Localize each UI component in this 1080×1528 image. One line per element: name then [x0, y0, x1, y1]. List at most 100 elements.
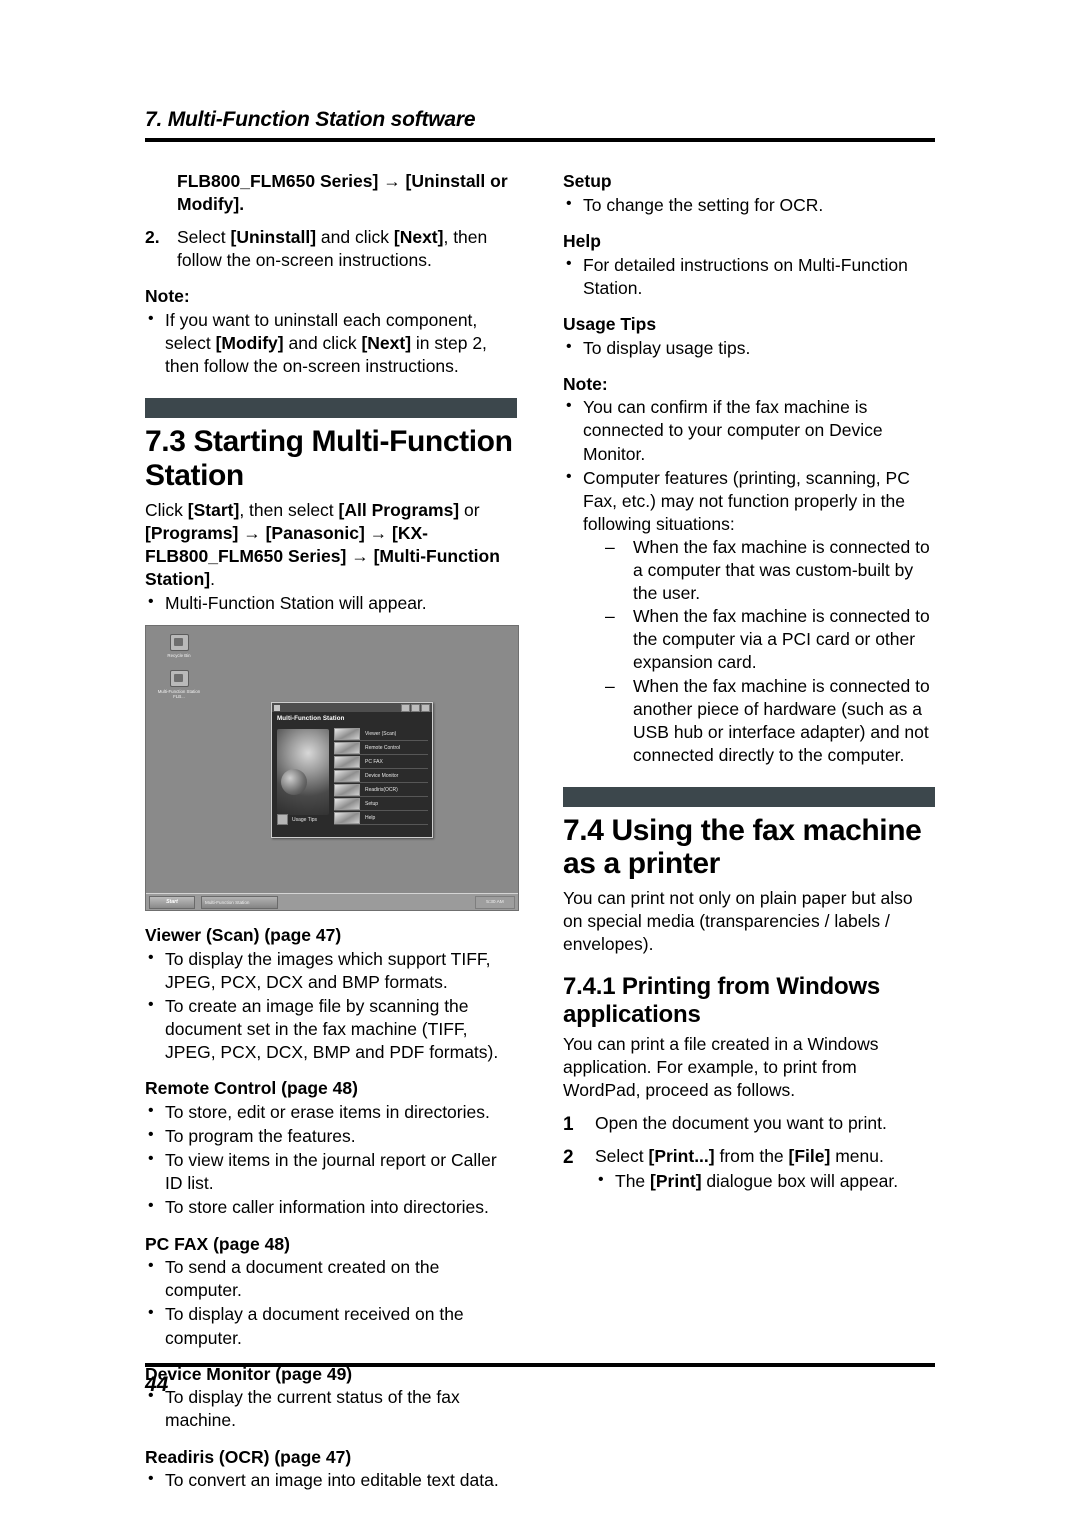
note-bullets-left: If you want to uninstall each component,…	[145, 308, 517, 378]
window-body: Viewer (Scan) Remote Control PC FAX Devi…	[272, 725, 432, 831]
remote-control-icon	[334, 741, 360, 754]
feature-title-remote-control: Remote Control (page 48)	[145, 1078, 358, 1099]
menu-item-label: Viewer (Scan)	[365, 730, 397, 737]
help-icon	[334, 811, 360, 824]
menu-item-viewer-scan[interactable]: Viewer (Scan)	[334, 727, 428, 742]
continued-step-line-2: Modify].	[177, 194, 245, 215]
menu-item-label: Help	[365, 814, 376, 821]
list-item: To send a document created on the comput…	[145, 1255, 517, 1302]
menu-item-remote-control[interactable]: Remote Control	[334, 741, 428, 756]
feature-bullets-help: For detailed instructions on Multi-Funct…	[563, 253, 935, 300]
usage-tips-label: Usage Tips	[292, 816, 318, 823]
print-step-2-text: Select [Print...] from the [File] menu.	[595, 1146, 884, 1167]
window-controls[interactable]	[401, 703, 430, 712]
note-label-left: Note:	[145, 286, 190, 307]
minimize-icon[interactable]	[401, 703, 410, 712]
feature-bullets-readiris-ocr: To convert an image into editable text d…	[145, 1468, 517, 1492]
desktop-icon-label: Recycle Bin	[167, 653, 191, 659]
multi-function-station-icon	[169, 670, 189, 688]
list-item: Multi-Function Station will appear.	[145, 591, 517, 615]
header-rule	[145, 138, 935, 143]
feature-bullets-usage-tips: To display usage tips.	[563, 336, 935, 360]
multi-function-station-window[interactable]: Multi-Function Station Viewer (Scan) Rem…	[271, 702, 433, 839]
setup-icon	[334, 797, 360, 810]
note-sub-list: When the fax machine is connected to a c…	[583, 536, 935, 767]
list-item: For detailed instructions on Multi-Funct…	[563, 253, 935, 300]
usage-tips-button[interactable]: Usage Tips	[277, 814, 318, 826]
print-step-1: 1 Open the document you want to print.	[563, 1112, 935, 1135]
list-item: You can confirm if the fax machine is co…	[563, 395, 935, 465]
list-item: To display the images which support TIFF…	[145, 947, 517, 994]
page-footer: 44	[145, 1363, 935, 1397]
feature-title-viewer-scan: Viewer (Scan) (page 47)	[145, 925, 342, 946]
feature-bullets-setup: To change the setting for OCR.	[563, 193, 935, 217]
list-item: When the fax machine is connected to ano…	[605, 675, 935, 767]
taskbar-task-button[interactable]: Multi-Function Station	[201, 895, 278, 909]
device-monitor-icon	[334, 769, 360, 782]
running-header: 7. Multi-Function Station software	[145, 108, 935, 143]
menu-item-device-monitor[interactable]: Device Monitor	[334, 769, 428, 784]
desktop-area: Recycle Bin Multi-Function Station FLB..…	[146, 626, 518, 895]
menu-item-help[interactable]: Help	[334, 811, 428, 826]
print-step-2-bullets: The [Print] dialogue box will appear.	[595, 1169, 935, 1193]
readiris-ocr-icon	[334, 783, 360, 796]
feature-title-setup: Setup	[563, 171, 612, 191]
app-icon	[274, 704, 280, 711]
feature-bullets-pc-fax: To send a document created on the comput…	[145, 1255, 517, 1349]
menu-item-label: Device Monitor	[365, 772, 399, 779]
desktop-icon-label: Multi-Function Station FLB...	[157, 689, 201, 700]
print-step-2: 2 Select [Print...] from the [File] menu…	[563, 1145, 935, 1192]
list-item: When the fax machine is connected to the…	[605, 605, 935, 674]
print-step-1-text: Open the document you want to print.	[595, 1113, 887, 1134]
menu-item-readiris-ocr[interactable]: Readiris(OCR)	[334, 783, 428, 798]
continued-step-line-1: FLB800_FLM650 Series] → [Uninstall or	[177, 171, 508, 191]
section-73-body: Click [Start], then select [All Programs…	[145, 499, 500, 589]
step-2-number: 2.	[145, 227, 160, 248]
section-heading-74: 7.4 Using the fax machine as a printer	[563, 813, 922, 881]
menu-item-label: Remote Control	[365, 744, 401, 751]
menu-item-label: Setup	[365, 800, 379, 807]
section-73-bullets: Multi-Function Station will appear.	[145, 591, 517, 615]
menu-item-label: Readiris(OCR)	[365, 786, 398, 793]
chapter-title: 7. Multi-Function Station software	[145, 108, 476, 131]
list-item: To create an image file by scanning the …	[145, 994, 517, 1064]
feature-title-usage-tips: Usage Tips	[563, 313, 657, 334]
step-2: 2. Select [Uninstall] and click [Next], …	[145, 226, 517, 272]
window-menu-list: Viewer (Scan) Remote Control PC FAX Devi…	[334, 727, 428, 826]
taskbar: Start Multi-Function Station 5:30 AM	[146, 893, 518, 911]
list-item: To store, edit or erase items in directo…	[145, 1100, 517, 1124]
print-step-1-number: 1	[563, 1114, 574, 1136]
section-banner-73	[145, 398, 517, 419]
menu-item-setup[interactable]: Setup	[334, 797, 428, 812]
embedded-screenshot: Recycle Bin Multi-Function Station FLB..…	[145, 625, 519, 912]
feature-bullets-remote-control: To store, edit or erase items in directo…	[145, 1100, 517, 1219]
maximize-icon[interactable]	[411, 703, 420, 712]
left-column: FLB800_FLM650 Series] → [Uninstall or Mo…	[145, 170, 519, 1493]
desktop-icon-recycle-bin[interactable]: Recycle Bin	[152, 634, 206, 658]
viewer-scan-icon	[334, 727, 360, 740]
window-titlebar	[272, 703, 432, 713]
desktop-icon-multi-function-station[interactable]: Multi-Function Station FLB...	[152, 670, 206, 699]
menu-item-pc-fax[interactable]: PC FAX	[334, 755, 428, 770]
footer-rule	[145, 1363, 935, 1367]
print-step-2-number: 2	[563, 1147, 574, 1169]
pc-fax-icon	[334, 755, 360, 768]
feature-title-help: Help	[563, 230, 601, 251]
list-item: To program the features.	[145, 1124, 517, 1148]
note-label-right: Note:	[563, 373, 608, 394]
note-bullet-text: Computer features (printing, scanning, P…	[583, 467, 910, 534]
section-banner-74	[563, 786, 935, 807]
feature-bullets-viewer-scan: To display the images which support TIFF…	[145, 947, 517, 1064]
list-item: The [Print] dialogue box will appear.	[595, 1169, 935, 1193]
taskbar-clock: 5:30 AM	[475, 895, 515, 909]
list-item: To convert an image into editable text d…	[145, 1468, 517, 1492]
list-item: To display usage tips.	[563, 336, 935, 360]
list-item: To change the setting for OCR.	[563, 193, 935, 217]
subsection-741-body: You can print a file created in a Window…	[563, 1034, 879, 1101]
window-brand-label: Multi-Function Station	[277, 715, 345, 723]
close-icon[interactable]	[421, 703, 430, 712]
list-item: To display a document received on the co…	[145, 1302, 517, 1349]
start-button[interactable]: Start	[149, 895, 195, 909]
page-number: 44	[145, 1373, 169, 1396]
subsection-heading-741: 7.4.1 Printing from Windows applications	[563, 973, 881, 1028]
